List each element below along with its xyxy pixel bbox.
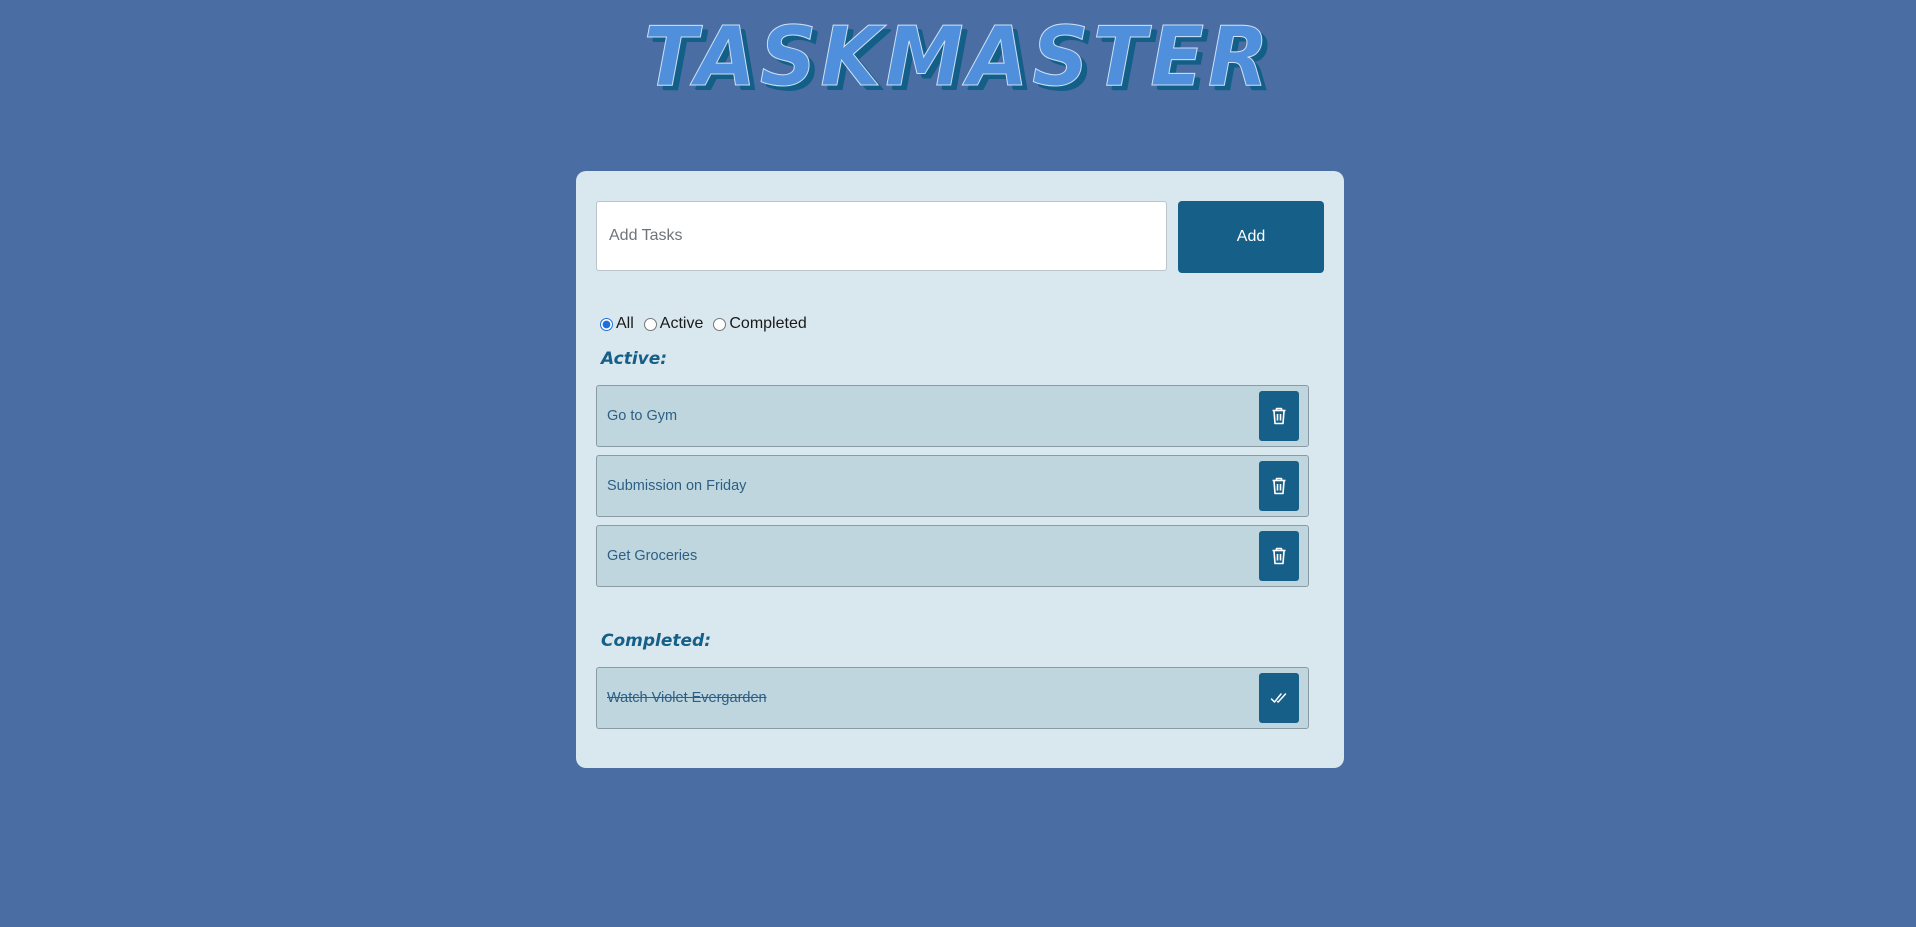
active-heading: Active: — [601, 349, 668, 369]
task-item-completed: Watch Violet Evergarden — [596, 667, 1309, 729]
task-text: Get Groceries — [607, 548, 698, 564]
trash-icon — [1271, 407, 1287, 425]
filter-active-radio[interactable] — [643, 317, 657, 331]
task-item: Go to Gym — [596, 385, 1309, 447]
filter-all-label: All — [616, 315, 634, 332]
double-check-icon — [1270, 691, 1288, 705]
delete-task-button[interactable] — [1259, 391, 1299, 441]
task-text: Watch Violet Evergarden — [607, 690, 767, 706]
task-text: Submission on Friday — [607, 478, 747, 494]
filter-all[interactable]: All — [600, 315, 634, 333]
filter-completed-label: Completed — [729, 315, 807, 332]
trash-icon — [1271, 547, 1287, 565]
filter-group: All Active Completed — [600, 312, 817, 336]
task-item: Submission on Friday — [596, 455, 1309, 517]
filter-active[interactable]: Active — [643, 315, 704, 333]
add-task-input[interactable] — [596, 201, 1167, 271]
filter-completed[interactable]: Completed — [713, 315, 807, 333]
filter-completed-radio[interactable] — [713, 317, 727, 331]
add-button[interactable]: Add — [1178, 201, 1324, 273]
completed-heading: Completed: — [601, 631, 712, 651]
filter-all-radio[interactable] — [600, 317, 613, 331]
task-card: Add All Active Completed Active: Go to G… — [576, 171, 1344, 768]
delete-task-button[interactable] — [1259, 461, 1299, 511]
task-item: Get Groceries — [596, 525, 1309, 587]
delete-task-button[interactable] — [1259, 531, 1299, 581]
task-text: Go to Gym — [607, 408, 678, 424]
app-title: TASKMASTER — [643, 10, 1273, 106]
completed-task-button[interactable] — [1259, 673, 1299, 723]
filter-active-label: Active — [659, 315, 704, 332]
trash-icon — [1271, 477, 1287, 495]
